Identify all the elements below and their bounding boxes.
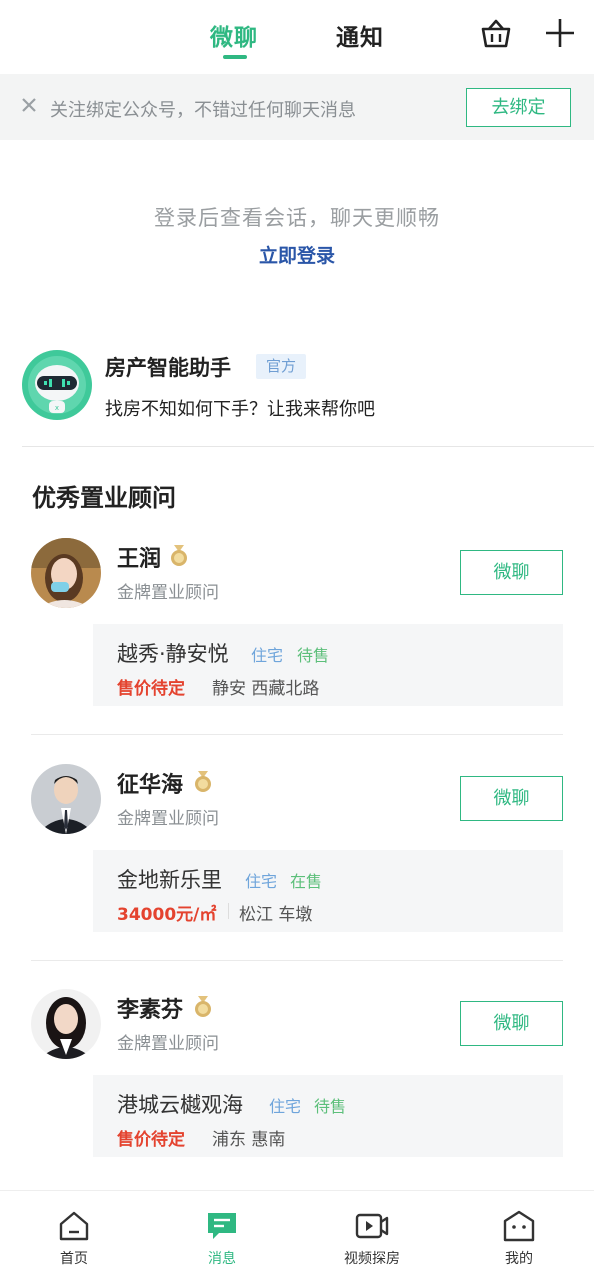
bottom-nav: 首页 消息 视频探房 我的 — [0, 1190, 594, 1280]
listing-price: 售价待定 — [117, 1130, 185, 1150]
agent-card: 李素芬 金牌置业顾问 微聊 港城云樾观海 住宅 待售 售价待定 浦东 惠南 — [0, 989, 594, 1215]
profile-icon — [503, 1210, 535, 1242]
divider — [31, 960, 563, 961]
agent-card: 征华海 金牌置业顾问 微聊 金地新乐里 住宅 在售 34000元/㎡ 松江 车墩 — [0, 764, 594, 990]
agent-name: 李素芬 — [117, 998, 184, 1023]
agent-title: 金牌置业顾问 — [117, 809, 219, 829]
banner-text: 关注绑定公众号，不错过任何聊天消息 — [50, 100, 356, 121]
listing-card[interactable]: 港城云樾观海 住宅 待售 售价待定 浦东 惠南 — [93, 1075, 563, 1157]
nav-label: 消息 — [208, 1251, 236, 1267]
listing-status-tag: 在售 — [290, 872, 323, 891]
nav-item-home[interactable]: 首页 — [19, 1191, 129, 1280]
chat-button[interactable]: 微聊 — [460, 550, 563, 595]
agent-title: 金牌置业顾问 — [117, 583, 219, 603]
robot-avatar-icon: x — [22, 350, 92, 420]
svg-text:x: x — [55, 404, 59, 412]
active-tab-indicator — [223, 55, 247, 59]
medal-icon — [195, 771, 211, 792]
agent-card: 王润 金牌置业顾问 微聊 越秀·静安悦 住宅 待售 售价待定 静安 西藏北路 — [0, 538, 594, 764]
medal-icon — [171, 545, 187, 566]
assistant-message: 找房不知如何下手？让我来帮你吧 — [105, 399, 375, 420]
official-badge: 官方 — [256, 354, 307, 379]
plus-icon[interactable] — [543, 16, 577, 50]
assistant-name: 房产智能助手 — [105, 356, 231, 380]
agent-avatar[interactable] — [31, 538, 101, 608]
tab-notifications[interactable]: 通知 — [336, 18, 384, 52]
section-title: 优秀置业顾问 — [32, 484, 176, 512]
listing-price: 34000元/㎡ — [117, 905, 217, 925]
divider — [31, 734, 563, 735]
chat-button[interactable]: 微聊 — [460, 776, 563, 821]
agent-title: 金牌置业顾问 — [117, 1034, 219, 1054]
nav-item-messages[interactable]: 消息 — [167, 1191, 277, 1280]
listing-type-tag: 住宅 — [245, 872, 278, 891]
basket-icon[interactable] — [479, 16, 513, 50]
close-icon[interactable] — [20, 96, 38, 114]
listing-type-tag: 住宅 — [269, 1097, 302, 1116]
listing-location: 松江 车墩 — [239, 905, 313, 925]
nav-label: 我的 — [505, 1251, 533, 1267]
listing-name: 越秀·静安悦 — [117, 642, 229, 666]
login-link[interactable]: 立即登录 — [0, 241, 594, 268]
listing-location: 浦东 惠南 — [212, 1130, 286, 1150]
message-icon — [208, 1213, 236, 1239]
divider — [22, 446, 594, 447]
nav-label: 首页 — [60, 1251, 88, 1267]
medal-icon — [195, 996, 211, 1017]
separator — [228, 903, 229, 919]
tab-weiliao[interactable]: 微聊 — [210, 18, 258, 52]
listing-status-tag: 待售 — [297, 646, 330, 665]
top-header: 微聊 通知 — [0, 0, 594, 74]
listing-card[interactable]: 越秀·静安悦 住宅 待售 售价待定 静安 西藏北路 — [93, 624, 563, 706]
login-tip: 登录后查看会话，聊天更顺畅 — [154, 206, 440, 230]
listing-type-tag: 住宅 — [251, 646, 284, 665]
agent-name: 征华海 — [117, 773, 184, 798]
listing-name: 金地新乐里 — [117, 868, 222, 892]
listing-card[interactable]: 金地新乐里 住宅 在售 34000元/㎡ 松江 车墩 — [93, 850, 563, 932]
nav-item-profile[interactable]: 我的 — [464, 1191, 574, 1280]
agent-avatar[interactable] — [31, 764, 101, 834]
listing-location: 静安 西藏北路 — [212, 679, 320, 699]
listing-status-tag: 待售 — [314, 1097, 347, 1116]
agent-avatar[interactable] — [31, 989, 101, 1059]
bind-button[interactable]: 去绑定 — [466, 88, 571, 127]
bind-account-banner: 关注绑定公众号，不错过任何聊天消息 去绑定 — [0, 74, 594, 140]
nav-label: 视频探房 — [344, 1251, 400, 1267]
listing-price: 售价待定 — [117, 679, 185, 699]
listing-name: 港城云樾观海 — [117, 1093, 243, 1117]
home-icon — [59, 1211, 89, 1241]
assistant-conversation[interactable]: x 房产智能助手 官方 找房不知如何下手？让我来帮你吧 — [0, 340, 594, 448]
video-icon — [355, 1213, 389, 1239]
agent-name: 王润 — [117, 547, 162, 572]
chat-button[interactable]: 微聊 — [460, 1001, 563, 1046]
nav-item-video-tour[interactable]: 视频探房 — [317, 1191, 427, 1280]
